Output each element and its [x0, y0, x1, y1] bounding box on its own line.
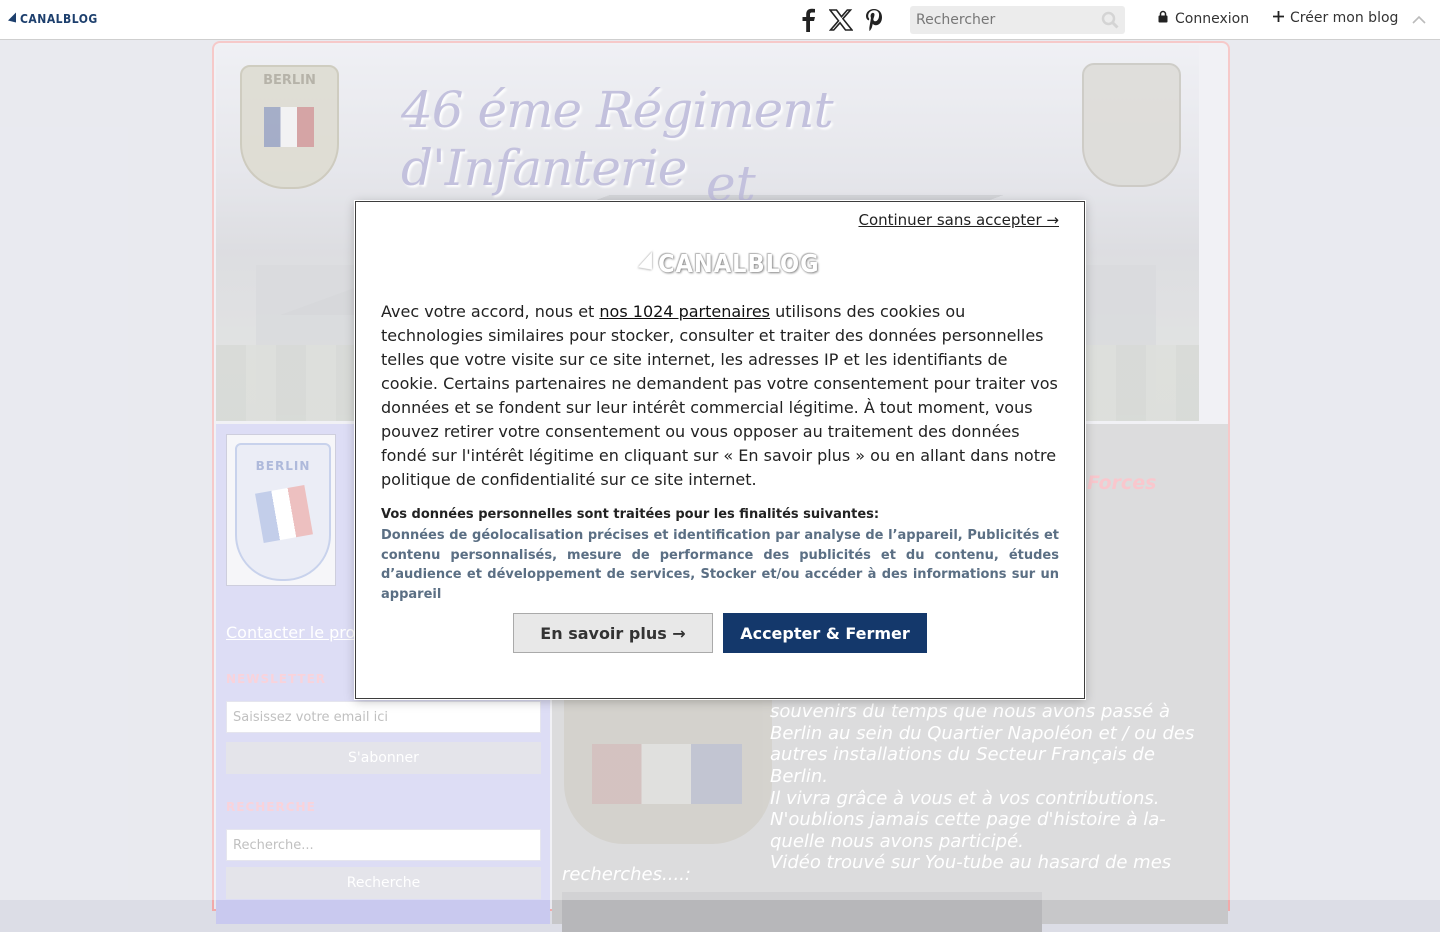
logo-text: CANALBLOG [20, 12, 98, 26]
create-blog-label: Créer mon blog [1290, 10, 1399, 26]
purposes-title: Vos données personnelles sont traitées p… [381, 507, 880, 522]
search-icon[interactable] [1101, 11, 1119, 29]
continue-without-accepting-link[interactable]: Continuer sans accepter → [858, 211, 1059, 229]
create-blog-button[interactable]: Créer mon blog [1273, 10, 1398, 26]
pinterest-icon[interactable] [861, 7, 887, 33]
purposes-list: Données de géolocalisation précises et i… [381, 528, 1059, 602]
x-icon[interactable] [828, 7, 854, 33]
plus-icon [1273, 10, 1284, 26]
consent-canalblog-logo: CANALBLOG [636, 247, 819, 283]
consent-text: Avec votre accord, nous et nos 1024 part… [381, 300, 1061, 492]
consent-text-intro: Avec votre accord, nous et [381, 302, 600, 321]
header-search-input[interactable] [910, 6, 1125, 34]
login-label: Connexion [1175, 10, 1250, 27]
learn-more-button[interactable]: En savoir plus → [513, 613, 713, 653]
accept-and-close-button[interactable]: Accepter & Fermer [723, 613, 927, 653]
cookie-consent-dialog: Continuer sans accepter → CANALBLOG Avec… [355, 201, 1085, 699]
chevron-up-icon[interactable] [1411, 12, 1427, 26]
login-button[interactable]: Connexion [1157, 10, 1249, 27]
canalblog-mark-icon [638, 251, 652, 277]
top-bar: CANALBLOG Connexion Créer mon blog [0, 0, 1440, 40]
partners-link[interactable]: nos 1024 partenaires [599, 302, 770, 321]
consent-text-body: utilisons des cookies ou technologies si… [381, 302, 1058, 489]
consent-logo-text: CANALBLOG [658, 249, 820, 278]
facebook-icon[interactable] [795, 7, 821, 33]
canalblog-logo[interactable]: CANALBLOG [8, 10, 98, 28]
canalblog-mark-icon [8, 12, 16, 26]
lock-icon [1157, 10, 1169, 27]
